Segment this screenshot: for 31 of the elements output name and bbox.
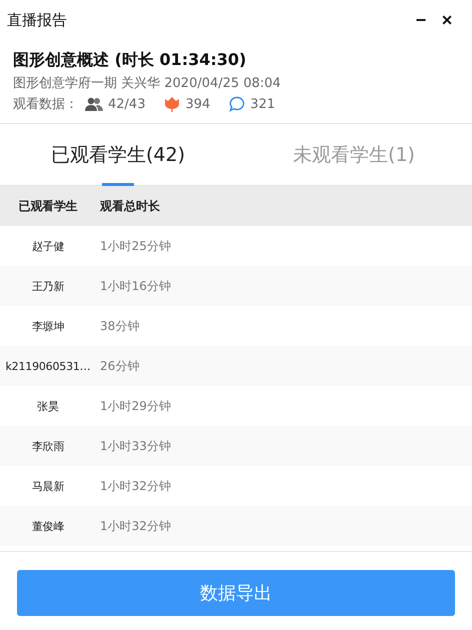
student-name: 李欣雨 — [30, 438, 66, 454]
student-name: 赵子健 — [30, 238, 66, 254]
column-header: 已观看学生 — [17, 198, 78, 214]
close-button[interactable]: × — [434, 10, 460, 30]
comment-count: 321 — [250, 96, 276, 112]
flower-icon — [164, 96, 180, 112]
column-header: 观看总时长 — [100, 198, 161, 214]
window-title: 直播报告 — [7, 10, 68, 30]
course-info: 图形创意学府一期 关兴华 2020/04/25 08:04 — [13, 75, 282, 92]
student-name: 张昊 — [36, 398, 60, 414]
student-name: k2119060531… — [4, 360, 92, 372]
viewer-count: 42/43 — [108, 96, 146, 112]
student-name: 董俊峰 — [30, 518, 66, 534]
people-icon — [85, 96, 103, 112]
like-count: 394 — [185, 96, 210, 112]
report-title: 图形创意概述 (时长 01:34:30) — [13, 50, 248, 71]
student-name: 王乃新 — [30, 278, 66, 294]
stats-label: 观看数据： — [13, 96, 78, 113]
watch-duration: 1小时29分钟 — [100, 398, 172, 414]
watch-duration: 1小时33分钟 — [100, 438, 172, 454]
watch-duration: 1小时16分钟 — [100, 278, 172, 294]
watch-duration: 26分钟 — [100, 358, 140, 374]
watch-duration: 1小时25分钟 — [100, 238, 172, 254]
minimize-button[interactable]: − — [408, 10, 434, 30]
student-name: 李塬坤 — [30, 318, 66, 334]
watch-duration: 1小时32分钟 — [100, 518, 172, 534]
chat-bubble-icon — [229, 96, 246, 112]
student-name: 马晨新 — [30, 478, 66, 494]
tab[interactable]: 已观看学生(42) — [0, 124, 236, 185]
watch-duration: 38分钟 — [100, 318, 140, 334]
watch-duration: 1小时32分钟 — [100, 478, 172, 494]
